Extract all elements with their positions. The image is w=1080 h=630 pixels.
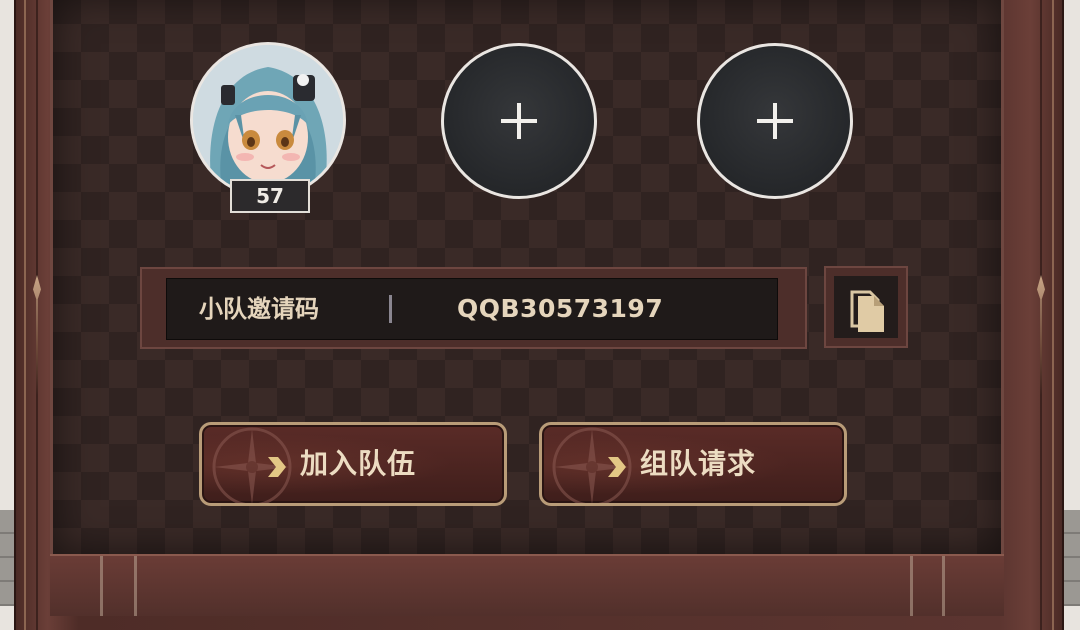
member-slot-2[interactable] <box>441 43 597 199</box>
member-slot-1[interactable] <box>190 42 346 198</box>
team-request-label: 组队请求 <box>640 447 757 480</box>
join-team-label: 加入队伍 <box>300 447 417 480</box>
character-avatar <box>193 45 343 195</box>
wheel-decoration-icon <box>552 427 632 503</box>
right-ornament <box>1034 275 1048 395</box>
invite-code-value: QQB30573197 <box>457 294 664 323</box>
separator <box>389 295 392 323</box>
add-member-icon <box>501 103 537 139</box>
join-team-button[interactable]: 加入队伍 <box>199 422 507 506</box>
chevron-right-icon <box>608 457 626 477</box>
add-member-icon <box>757 103 793 139</box>
left-ornament <box>30 275 44 395</box>
copy-code-button[interactable] <box>824 266 908 348</box>
chevron-right-icon <box>268 457 286 477</box>
team-request-button[interactable]: 组队请求 <box>539 422 847 506</box>
invite-code-bar: 小队邀请码 QQB30573197 <box>140 267 807 349</box>
right-edge-stone <box>1062 510 1080 606</box>
copy-icon <box>850 290 884 332</box>
member-slot-3[interactable] <box>697 43 853 199</box>
invite-code-label: 小队邀请码 <box>199 295 319 323</box>
member-level-badge: 57 <box>230 179 310 213</box>
wheel-decoration-icon <box>212 427 292 503</box>
bottom-bar <box>50 554 1004 616</box>
